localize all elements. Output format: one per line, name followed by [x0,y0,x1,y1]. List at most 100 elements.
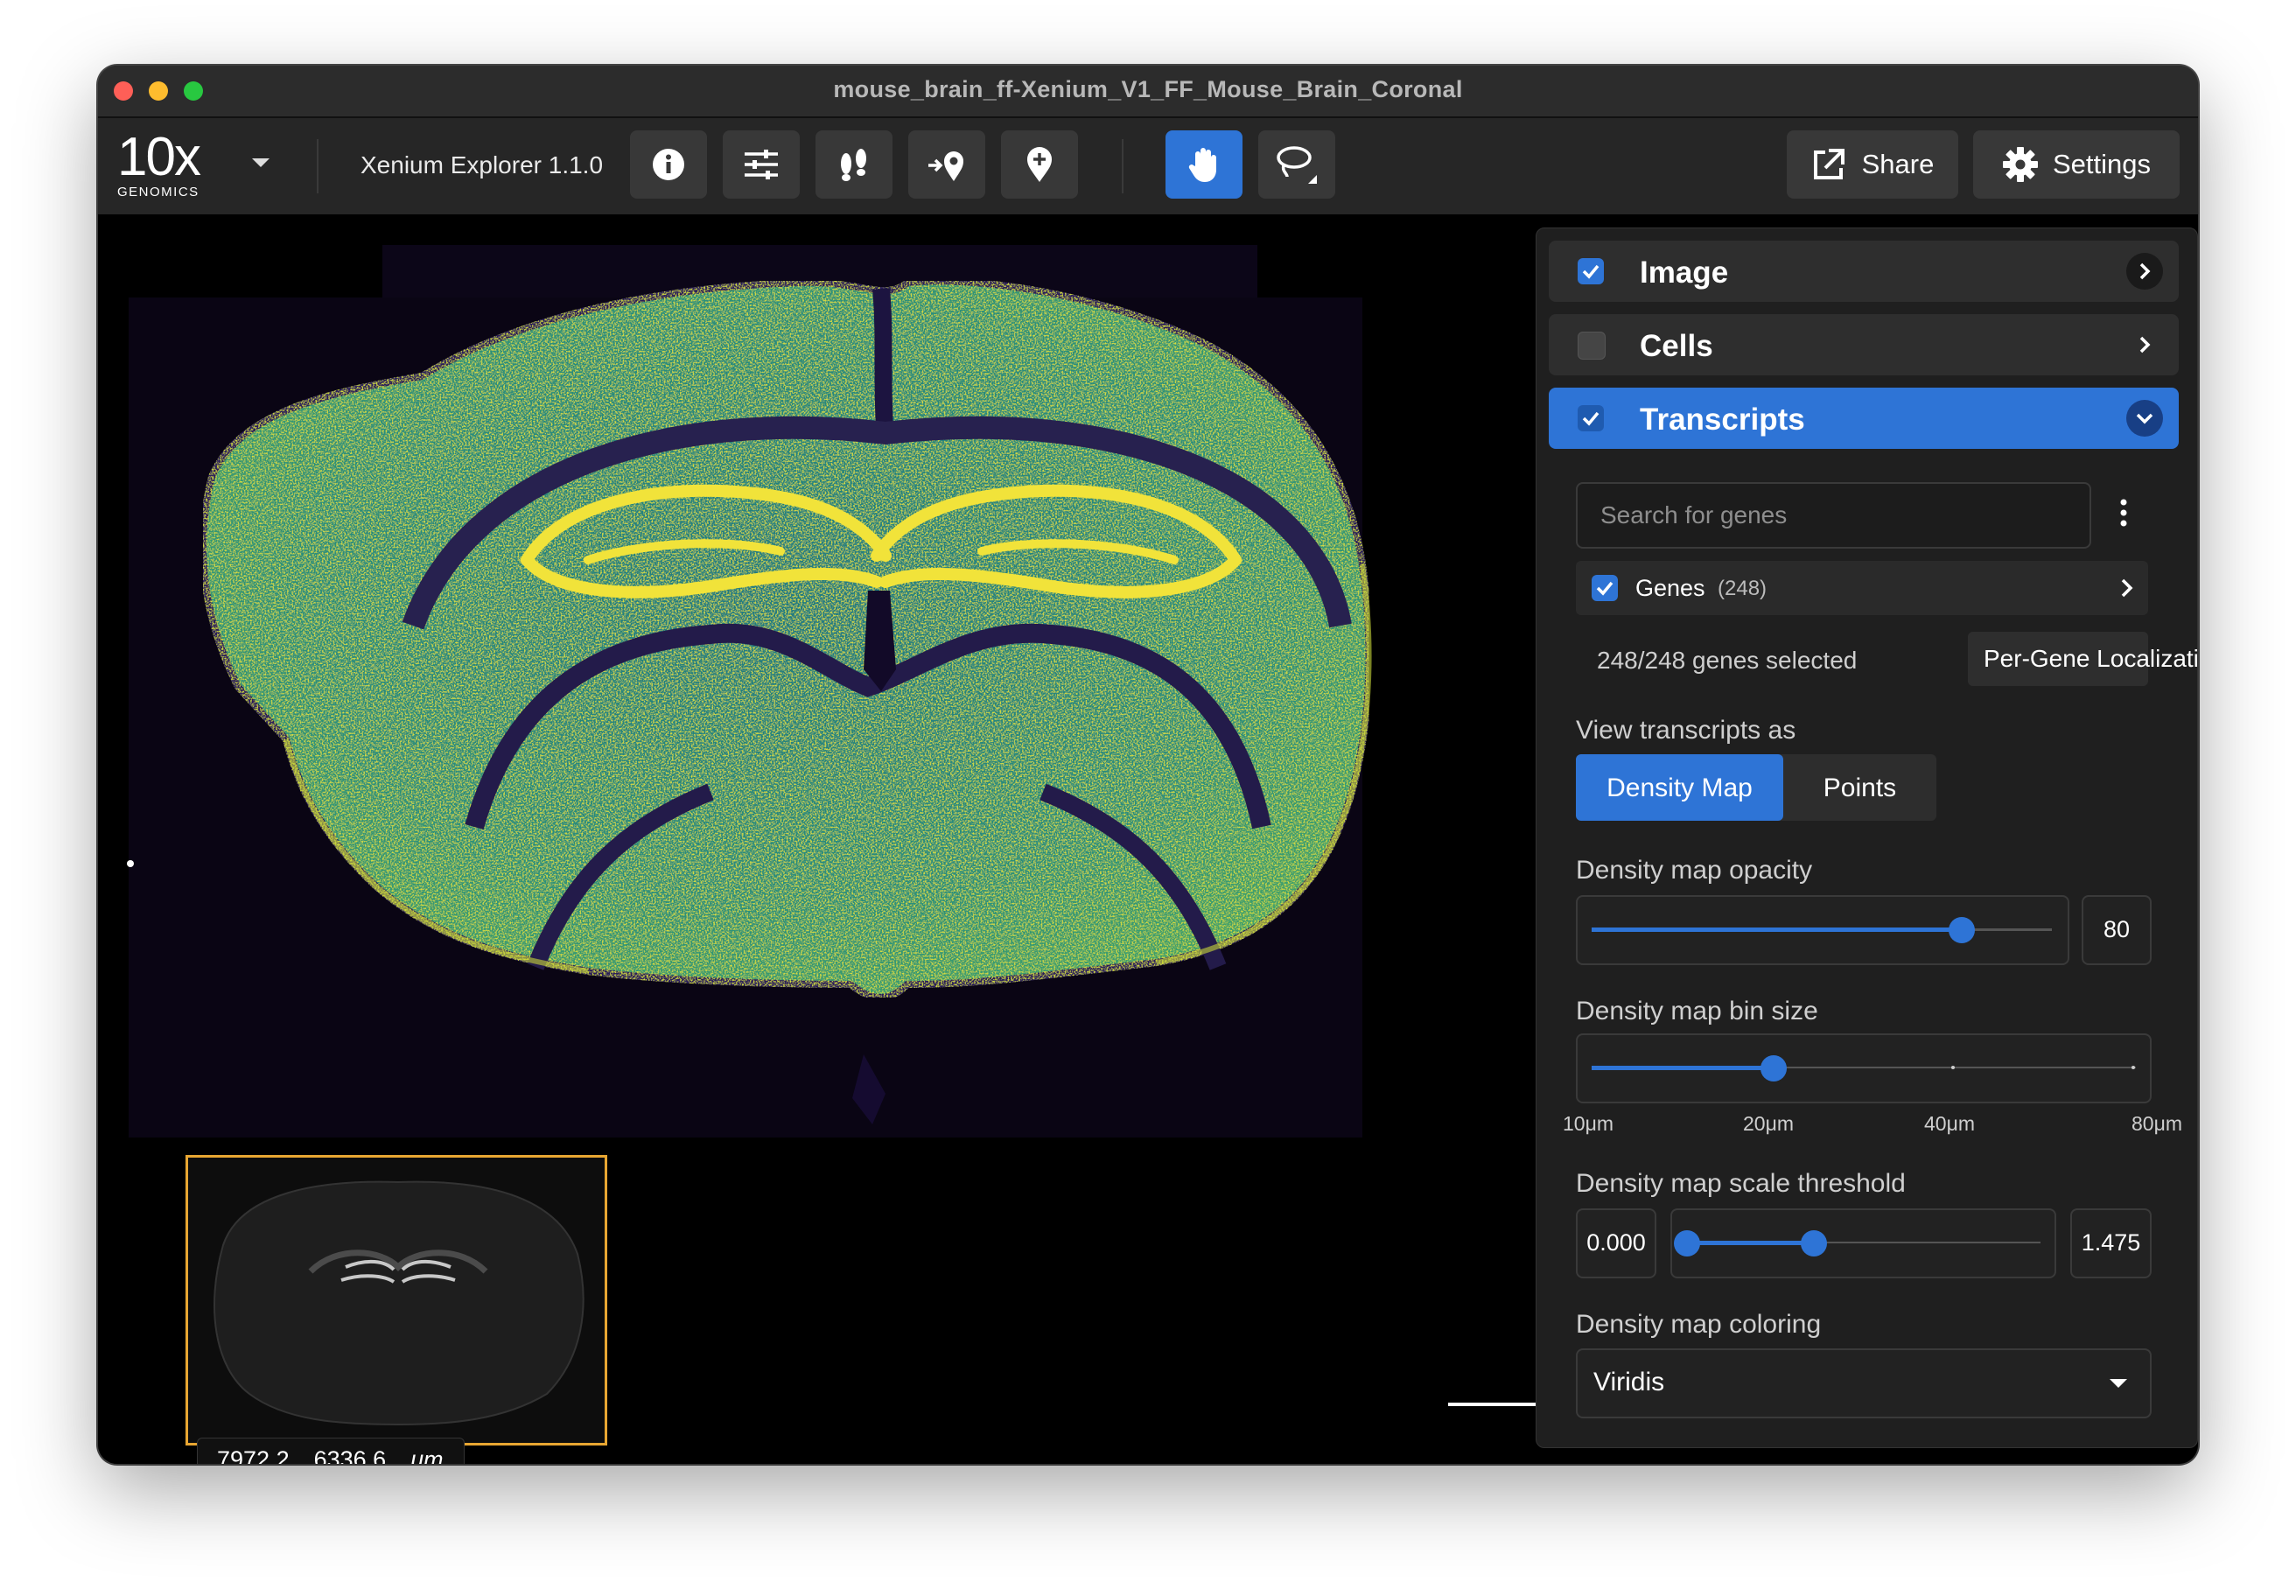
slider-fill [1686,1241,1813,1245]
chevron-right-icon[interactable] [2118,577,2136,599]
checkmark-icon [1582,411,1600,426]
share-icon [1813,149,1844,179]
layer-transcripts-row[interactable]: Transcripts [1549,388,2179,449]
genes-row[interactable]: Genes (248) [1576,561,2148,615]
edge-marker [127,860,134,867]
density-map-option[interactable]: Density Map [1576,754,1783,821]
threshold-min-value: 0.000 [1586,1229,1646,1256]
minimap[interactable] [186,1155,607,1446]
info-button[interactable] [630,130,707,199]
threshold-min-field[interactable]: 0.000 [1576,1208,1656,1278]
threshold-label: Density map scale threshold [1576,1169,1906,1198]
cells-layer-checkbox[interactable] [1578,332,1606,360]
slider-fill [1592,1066,1773,1070]
coloring-select[interactable]: Viridis [1576,1348,2152,1418]
bin-size-slider[interactable] [1576,1033,2152,1103]
points-option[interactable]: Points [1783,754,1936,821]
share-button[interactable]: Share [1787,130,1958,199]
coord-y: 6336.6 [313,1446,387,1465]
slider-thumb[interactable] [1760,1055,1787,1082]
lasso-icon [1277,146,1317,184]
threshold-max-field[interactable]: 1.475 [2070,1208,2152,1278]
logo-menu-chevron-icon[interactable] [252,158,270,167]
layer-image-row[interactable]: Image [1549,241,2179,302]
chevron-right-icon[interactable] [2126,326,2163,363]
add-location-button[interactable] [908,130,985,199]
per-gene-localization-button-face[interactable]: Per-Gene Localization [1968,632,2198,686]
opacity-slider[interactable] [1576,895,2069,965]
app-name: Xenium Explorer 1.1.0 [360,151,604,178]
gene-search-input[interactable]: Search for genes [1576,482,2091,549]
opacity-label: Density map opacity [1576,856,1813,885]
steps-button[interactable] [816,130,892,199]
sliders-icon [745,150,778,179]
bin-tick-20: 20μm [1743,1112,1794,1135]
pin-button[interactable] [1001,130,1078,199]
chevron-down-icon[interactable] [2126,400,2163,437]
transcripts-layer-label: Transcripts [1640,402,1805,437]
minimap-thumbnail [214,1180,584,1426]
opacity-value: 80 [2103,916,2131,942]
toolbar: 10x GENOMICS Xenium Explorer 1.1.0 Share… [98,118,2198,214]
threshold-max-value: 1.475 [2081,1229,2141,1256]
slider-fill [1592,928,1959,932]
bin-tick-10: 10μm [1563,1112,1614,1135]
toolbar-divider [317,139,318,193]
add-location-icon [928,151,963,181]
slider-thumb[interactable] [1949,917,1975,943]
midline-fissure [872,288,894,443]
location-pin-icon [1027,147,1052,182]
bin-tick-80: 80μm [2132,1112,2182,1135]
slider-thumb-max[interactable] [1801,1230,1827,1256]
logo-sub: GENOMICS [117,185,200,200]
view-as-label: View transcripts as [1576,716,1796,745]
logo-main: 10x [117,127,201,187]
more-options-icon[interactable] [2110,495,2137,530]
settings-label: Settings [2052,149,2151,179]
lasso-tool-button[interactable] [1258,130,1335,199]
chevron-down-icon [2110,1379,2127,1388]
share-label: Share [1861,149,1935,179]
genes-selected-text: 248/248 genes selected [1597,647,1858,674]
transcripts-layer-checkbox[interactable] [1578,405,1604,431]
chevron-right-icon[interactable] [2126,253,2163,290]
gear-icon [2002,147,2038,182]
threshold-range-slider[interactable] [1670,1208,2056,1278]
pan-tool-button[interactable] [1166,130,1242,199]
checkmark-icon [1596,581,1614,596]
tick-mark [1951,1066,1955,1069]
genes-label: Genes [1635,575,1705,601]
toolbar-divider-2 [1122,139,1124,193]
window-title: mouse_brain_ff-Xenium_V1_FF_Mouse_Brain_… [833,76,1463,102]
settings-button[interactable]: Settings [1973,130,2180,199]
layers-panel: Image Cells Transcripts Search for genes… [1536,228,2198,1448]
tick-mark [2132,1066,2135,1069]
logo[interactable]: 10x GENOMICS [117,130,214,202]
view-mode-toggle: Density Map Points [1576,754,1936,821]
genes-count: (248) [1718,577,1768,600]
coord-unit: μm [410,1446,444,1465]
points-option-label: Points [1823,774,1897,802]
image-layer-checkbox[interactable] [1578,258,1604,284]
footprints-icon [841,149,866,181]
bin-size-label: Density map bin size [1576,997,1818,1026]
coloring-label: Density map coloring [1576,1310,1822,1339]
cells-layer-label: Cells [1640,329,1713,363]
genes-checkbox[interactable] [1592,575,1618,601]
adjustments-button[interactable] [723,130,800,199]
slider-thumb-min[interactable] [1674,1230,1700,1256]
bin-tick-40: 40μm [1924,1112,1975,1135]
image-layer-label: Image [1640,256,1729,290]
info-icon [653,149,684,180]
coordinates-readout: 7972.2 6336.6 μm [197,1438,465,1464]
search-placeholder: Search for genes [1600,501,1788,528]
per-gene-label: Per-Gene Localization [1984,645,2198,672]
opacity-value-field[interactable]: 80 [2082,895,2152,965]
title-bar: mouse_brain_ff-Xenium_V1_FF_Mouse_Brain_… [98,66,2198,118]
checkmark-icon [1582,264,1600,279]
app-window: mouse_brain_ff-Xenium_V1_FF_Mouse_Brain_… [98,66,2198,1464]
layer-cells-row[interactable]: Cells [1549,314,2179,375]
density-map-option-label: Density Map [1606,774,1753,802]
coloring-value: Viridis [1593,1368,1665,1396]
coord-x: 7972.2 [217,1446,290,1465]
